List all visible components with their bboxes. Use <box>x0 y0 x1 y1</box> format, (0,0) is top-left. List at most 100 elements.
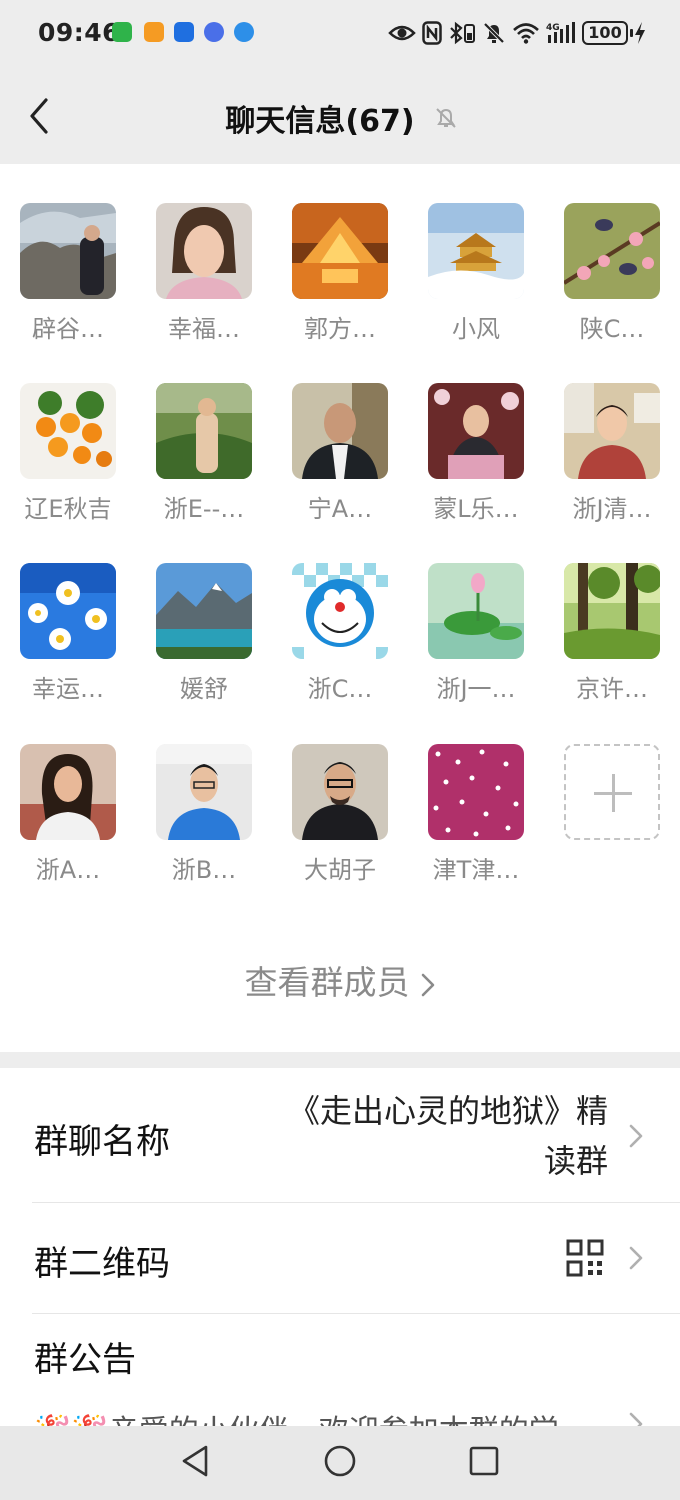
member-item[interactable]: 浙C… <box>280 563 400 713</box>
avatar <box>20 383 116 479</box>
members-section: 辟谷… 幸福… 郭方… 小风 陕C… 辽E秋吉 浙E--… 宁A… 蒙L乐… 浙… <box>0 164 680 1052</box>
group-notice-label: 群公告 <box>34 1340 136 1380</box>
member-name: 浙C… <box>307 675 373 703</box>
member-name: 津T津… <box>432 856 520 884</box>
heart-app-icon <box>144 22 164 42</box>
avatar <box>156 203 252 299</box>
avatar <box>20 203 116 299</box>
battery-icon: 100 <box>582 21 633 45</box>
member-item[interactable]: 小风 <box>416 203 536 353</box>
avatar <box>156 744 252 840</box>
member-name: 小风 <box>452 315 500 343</box>
member-item[interactable]: 津T津… <box>416 744 536 894</box>
member-item[interactable]: 幸福… <box>144 203 264 353</box>
status-icons: 4G 100 <box>388 18 646 48</box>
member-name: 浙B… <box>171 856 237 884</box>
member-name: 浙J清… <box>572 495 652 523</box>
avatar <box>292 203 388 299</box>
member-item[interactable]: 宁A… <box>280 383 400 533</box>
avatar <box>292 383 388 479</box>
member-item[interactable]: 蒙L乐… <box>416 383 536 533</box>
browser-app-icon <box>234 22 254 42</box>
charging-icon <box>635 22 645 44</box>
system-nav-bar <box>0 1426 680 1500</box>
group-notice-preview: 🎉🎉亲爱的小伙伴，欢迎参加本群的学 <box>34 1406 559 1428</box>
member-name: 大胡子 <box>304 856 376 884</box>
alipay-app-icon <box>174 22 194 42</box>
member-item[interactable]: 大胡子 <box>280 744 400 894</box>
avatar <box>428 383 524 479</box>
chevron-right-icon <box>421 973 434 996</box>
status-bar: 09:46 4G 100 <box>0 0 680 66</box>
member-name: 浙J一… <box>436 675 516 703</box>
avatar <box>292 744 388 840</box>
view-members-label: 查看群成员 <box>244 963 410 1002</box>
avatar <box>20 744 116 840</box>
member-item[interactable]: 京许… <box>552 563 672 713</box>
member-item[interactable]: 幸运… <box>8 563 128 713</box>
member-item[interactable]: 浙J清… <box>552 383 672 533</box>
status-time: 09:46 <box>38 18 121 47</box>
member-item[interactable]: 浙E--… <box>144 383 264 533</box>
member-name: 蒙L乐… <box>433 495 519 523</box>
avatar <box>20 563 116 659</box>
member-name: 陕C… <box>579 315 645 343</box>
avatar <box>292 563 388 659</box>
member-name: 辟谷… <box>32 315 104 343</box>
group-name-row[interactable]: 群聊名称 《走出心灵的地狱》精 读群 <box>32 1068 680 1202</box>
chevron-right-icon <box>629 1246 643 1270</box>
group-notice-row[interactable]: 群公告 🎉🎉亲爱的小伙伴，欢迎参加本群的学 <box>32 1314 680 1428</box>
member-name: 郭方… <box>304 315 376 343</box>
nfc-icon <box>422 21 442 45</box>
group-name-line1: 《走出心灵的地狱》精 <box>287 1092 608 1130</box>
member-name: 浙E--… <box>163 495 245 523</box>
qr-code-label: 群二维码 <box>34 1244 170 1284</box>
svg-text:4G: 4G <box>546 23 560 33</box>
member-name: 幸运… <box>32 675 104 703</box>
member-item[interactable]: 辽E秋吉 <box>8 383 128 533</box>
avatar <box>564 383 660 479</box>
qr-code-icon <box>566 1239 604 1277</box>
avatar <box>428 203 524 299</box>
member-name: 京许… <box>576 675 648 703</box>
hourglass-app-icon <box>112 22 132 42</box>
signal-icon: 4G <box>546 22 575 43</box>
member-item[interactable]: 浙A… <box>8 744 128 894</box>
nav-bar: 聊天信息(67) <box>0 66 680 164</box>
settings-list: 群聊名称 《走出心灵的地狱》精 读群 群二维码 群公告 🎉🎉亲爱的小伙伴，欢迎参… <box>0 1068 680 1428</box>
member-item[interactable]: 浙B… <box>144 744 264 894</box>
chevron-right-icon <box>629 1124 643 1148</box>
group-name-line2: 读群 <box>543 1142 608 1180</box>
add-member-button[interactable] <box>564 744 660 840</box>
member-name: 媛舒 <box>180 675 228 703</box>
avatar <box>428 744 524 840</box>
member-item[interactable]: 媛舒 <box>144 563 264 713</box>
member-item[interactable]: 郭方… <box>280 203 400 353</box>
member-name: 辽E秋吉 <box>24 495 112 523</box>
music-app-icon <box>204 22 224 42</box>
member-item[interactable]: 浙J一… <box>416 563 536 713</box>
avatar <box>156 563 252 659</box>
bluetooth-battery-icon <box>450 21 475 45</box>
page-title: 聊天信息(67) <box>225 104 415 139</box>
member-item[interactable]: 辟谷… <box>8 203 128 353</box>
mute-notifications-icon <box>436 108 456 128</box>
member-name: 宁A… <box>307 495 373 523</box>
view-members-button[interactable]: 查看群成员 <box>0 956 680 1004</box>
avatar <box>156 383 252 479</box>
member-item[interactable]: 陕C… <box>552 203 672 353</box>
eye-icon <box>388 25 416 41</box>
home-circle-icon[interactable] <box>323 1444 357 1478</box>
avatar <box>428 563 524 659</box>
battery-level: 100 <box>588 23 622 42</box>
qr-code-row[interactable]: 群二维码 <box>32 1203 680 1313</box>
group-name-label: 群聊名称 <box>34 1122 170 1162</box>
mute-bell-icon <box>483 22 505 44</box>
avatar <box>564 203 660 299</box>
avatar <box>564 563 660 659</box>
wifi-icon <box>513 23 539 44</box>
member-name: 幸福… <box>168 315 240 343</box>
recents-square-icon[interactable] <box>468 1445 500 1477</box>
back-triangle-icon[interactable] <box>180 1444 210 1478</box>
member-name: 浙A… <box>35 856 101 884</box>
